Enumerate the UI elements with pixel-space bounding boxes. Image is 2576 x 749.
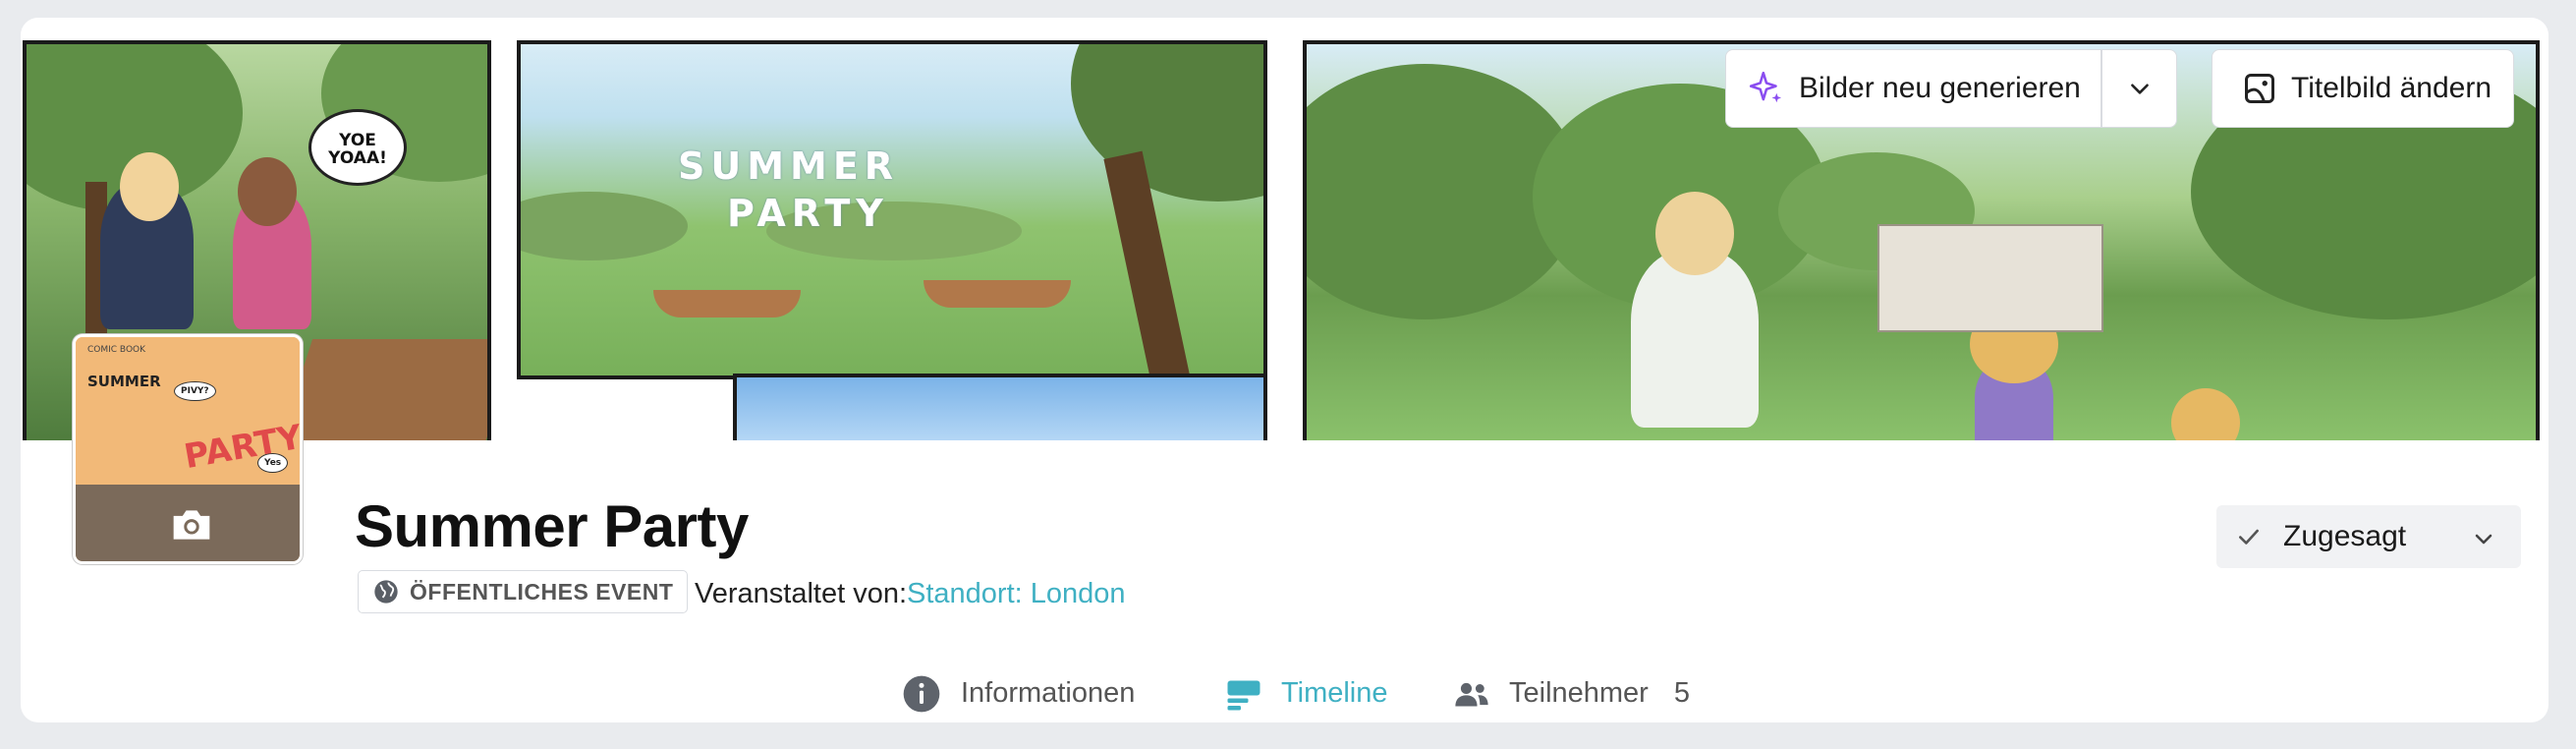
rsvp-status-label: Zugesagt: [2283, 520, 2407, 552]
check-icon: [2236, 524, 2262, 549]
rsvp-status-dropdown[interactable]: Zugesagt: [2216, 505, 2521, 568]
comic-panel-title: SUMMER PARTY: [517, 40, 1267, 379]
timeline-icon: [1226, 677, 1261, 711]
tab-teilnehmer[interactable]: Teilnehmer 5: [1454, 647, 1690, 722]
comic-title-line1: SUMMER: [678, 144, 900, 188]
event-tabs: Informationen Timeline Teilnehmer 5: [21, 647, 2548, 722]
image-frame-icon: [2242, 71, 2277, 106]
regenerate-images-label: Bilder neu generieren: [1799, 72, 2081, 104]
sparkle-icon: [1748, 70, 1785, 107]
comic-panel-sky: [733, 374, 1267, 440]
people-icon: [1454, 679, 1489, 709]
comic-speech-bubble: YOE YOAA!: [308, 109, 407, 186]
tab-timeline-label: Timeline: [1281, 677, 1388, 709]
cover-image: YOE YOAA! SUMMER PARTY Bilder neu generi…: [21, 18, 2548, 440]
host-prefix: Veranstaltet von:: [695, 578, 908, 609]
thumbnail-subtitle: COMIC BOOK: [87, 345, 146, 355]
tab-timeline[interactable]: Timeline: [1206, 647, 1421, 722]
comic-title-line2: PARTY: [727, 192, 889, 235]
change-cover-button[interactable]: Titelbild ändern: [2212, 49, 2514, 128]
regenerate-images-button[interactable]: Bilder neu generieren: [1725, 49, 2101, 128]
manor-house: [1877, 224, 2103, 332]
chevron-down-icon: [2127, 76, 2153, 101]
tab-informationen-label: Informationen: [961, 677, 1136, 709]
info-icon: [902, 674, 941, 714]
participant-count: 5: [1673, 677, 1690, 709]
globe-icon: [372, 578, 400, 605]
change-cover-label: Titelbild ändern: [2291, 72, 2492, 104]
tab-informationen[interactable]: Informationen: [902, 647, 1135, 722]
chevron-down-icon: [2472, 527, 2495, 550]
thumbnail-bubble-1: PIVY?: [174, 381, 216, 401]
event-title: Summer Party: [355, 493, 749, 559]
host-link[interactable]: Standort: London: [907, 578, 1126, 610]
camera-icon[interactable]: [170, 506, 213, 548]
regenerate-options-dropdown[interactable]: [2101, 49, 2177, 128]
visibility-badge-label: ÖFFENTLICHES EVENT: [410, 578, 674, 605]
event-thumbnail[interactable]: COMIC BOOK SUMMER PIVY? Yes PARTY: [73, 334, 303, 564]
event-header-card: YOE YOAA! SUMMER PARTY Bilder neu generi…: [21, 18, 2548, 722]
tab-teilnehmer-label: Teilnehmer: [1509, 677, 1649, 709]
visibility-badge: ÖFFENTLICHES EVENT: [358, 570, 689, 613]
thumbnail-title: SUMMER: [87, 373, 161, 390]
